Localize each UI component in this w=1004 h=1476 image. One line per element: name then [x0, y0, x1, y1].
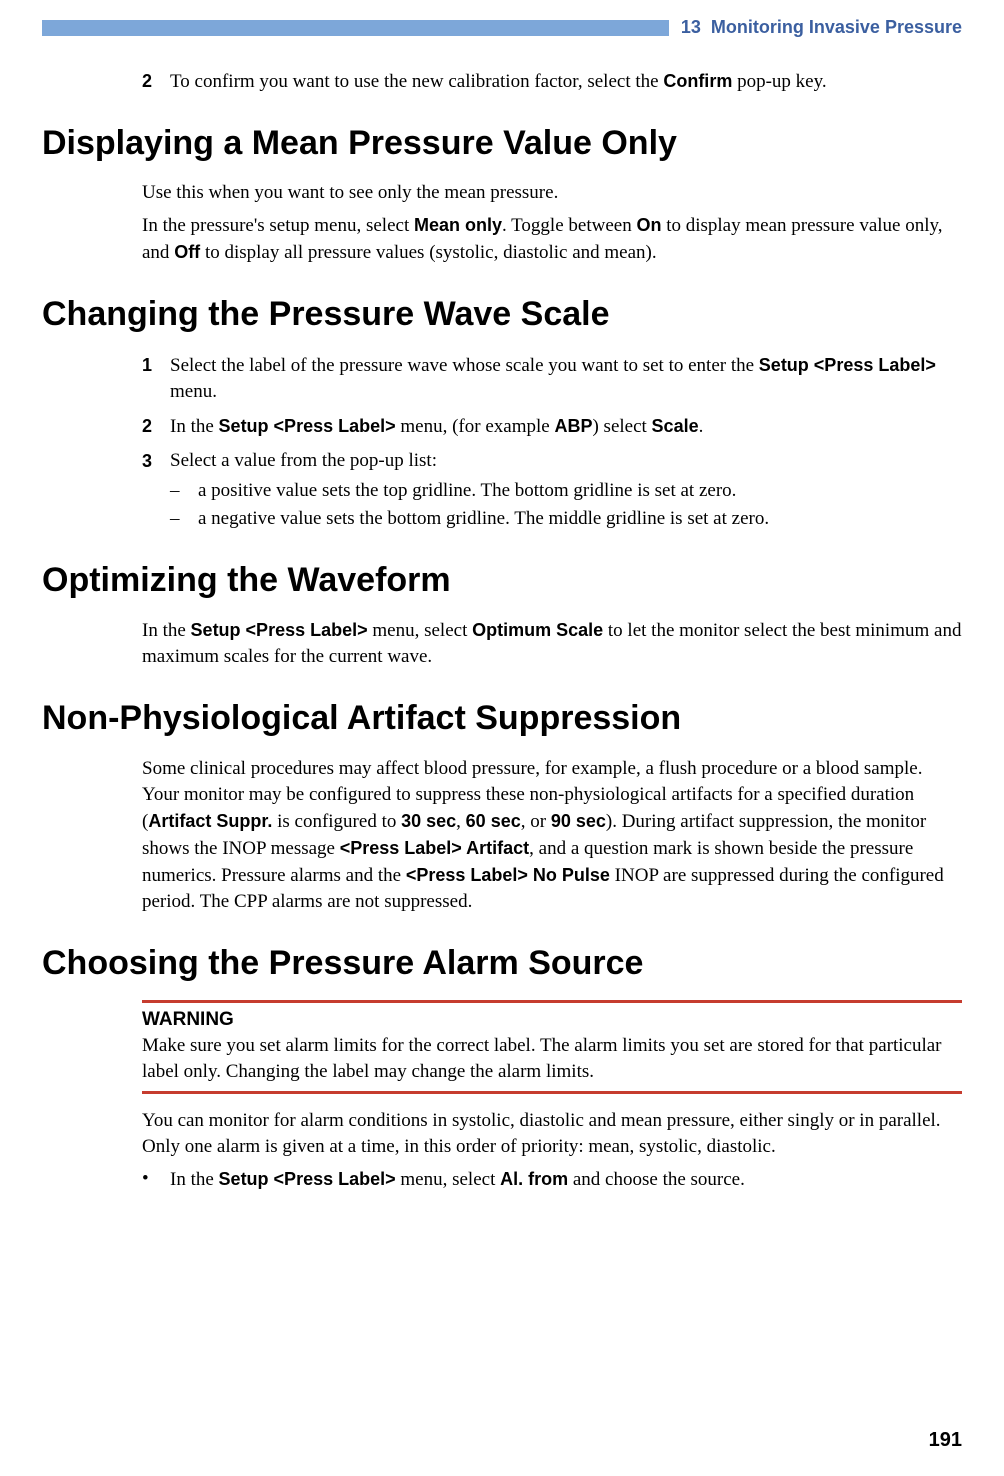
step-body: To confirm you want to use the new calib…	[170, 68, 962, 95]
ui-key: Setup <Press Label>	[759, 355, 936, 375]
ui-key: Off	[174, 242, 200, 262]
warning-rule-top	[142, 1000, 962, 1003]
page: 13 Monitoring Invasive Pressure 2 To con…	[0, 0, 1004, 1476]
dash-icon: –	[170, 506, 198, 532]
heading-optimizing: Optimizing the Waveform	[42, 562, 962, 599]
step-list: 2 To confirm you want to use the new cal…	[142, 68, 962, 95]
text: , or	[521, 811, 551, 832]
step-number: 1	[142, 352, 170, 405]
ui-key: 60 sec	[466, 811, 521, 831]
page-header: 13 Monitoring Invasive Pressure	[669, 17, 962, 38]
text: menu, (for example	[396, 416, 555, 437]
section-body: In the Setup <Press Label> menu, select …	[142, 617, 962, 670]
ui-key: Setup <Press Label>	[219, 1169, 396, 1189]
ui-key: Confirm	[663, 71, 732, 91]
step: 2 In the Setup <Press Label> menu, (for …	[142, 413, 962, 440]
text: to display all pressure values (systolic…	[200, 242, 656, 263]
text: pop-up key.	[732, 71, 826, 92]
page-number: 191	[929, 1429, 962, 1452]
heading-artifact-suppression: Non-Physiological Artifact Suppression	[42, 700, 962, 737]
warning-heading: WARNING	[142, 1009, 962, 1031]
ui-key: <Press Label> Artifact	[340, 838, 529, 858]
ui-key: Al. from	[500, 1169, 568, 1189]
text: menu.	[170, 381, 217, 402]
section-body: WARNING Make sure you set alarm limits f…	[142, 1000, 962, 1193]
chapter-number: 13	[681, 17, 701, 37]
text: .	[699, 416, 704, 437]
ui-key: On	[636, 215, 661, 235]
content: 2 To confirm you want to use the new cal…	[42, 60, 962, 1193]
step: 2 To confirm you want to use the new cal…	[142, 68, 962, 95]
bullet-item: • In the Setup <Press Label> menu, selec…	[142, 1166, 962, 1193]
text: In the pressure's setup menu, select	[142, 215, 414, 236]
text: ) select	[592, 416, 651, 437]
ui-key: Setup <Press Label>	[219, 416, 396, 436]
text: ,	[456, 811, 466, 832]
text: and choose the source.	[568, 1169, 745, 1190]
step: 1 Select the label of the pressure wave …	[142, 352, 962, 405]
sub-item: – a negative value sets the bottom gridl…	[170, 506, 962, 532]
text: In the	[142, 620, 191, 641]
step-number: 2	[142, 68, 170, 95]
chapter-title: Monitoring Invasive Pressure	[711, 17, 962, 37]
text: menu, select	[368, 620, 472, 641]
text: . Toggle between	[502, 215, 636, 236]
ui-key: Mean only	[414, 215, 502, 235]
step-number: 2	[142, 413, 170, 440]
sub-text: a positive value sets the top gridline. …	[198, 478, 962, 504]
step-body: Select a value from the pop-up list:	[170, 448, 962, 474]
ui-key: ABP	[554, 416, 592, 436]
ui-key: 90 sec	[551, 811, 606, 831]
bullet-body: In the Setup <Press Label> menu, select …	[170, 1166, 962, 1193]
warning-body: Make sure you set alarm limits for the c…	[142, 1033, 962, 1085]
ui-key: Setup <Press Label>	[191, 620, 368, 640]
heading-mean-pressure: Displaying a Mean Pressure Value Only	[42, 125, 962, 162]
text: In the	[170, 1169, 219, 1190]
ui-key: Optimum Scale	[472, 620, 603, 640]
ui-key: <Press Label> No Pulse	[406, 865, 610, 885]
bullet-icon: •	[142, 1166, 170, 1193]
ui-key: 30 sec	[401, 811, 456, 831]
step: 3 Select a value from the pop-up list:	[142, 448, 962, 474]
paragraph: Some clinical procedures may affect bloo…	[142, 756, 962, 915]
paragraph: In the pressure's setup menu, select Mea…	[142, 212, 962, 266]
text: is configured to	[272, 811, 401, 832]
step-number: 3	[142, 448, 170, 474]
sub-text: a negative value sets the bottom gridlin…	[198, 506, 962, 532]
text: Select the label of the pressure wave wh…	[170, 355, 759, 376]
paragraph: Use this when you want to see only the m…	[142, 180, 962, 206]
dash-icon: –	[170, 478, 198, 504]
ui-key: Artifact Suppr.	[148, 811, 272, 831]
heading-alarm-source: Choosing the Pressure Alarm Source	[42, 945, 962, 982]
sub-item: – a positive value sets the top gridline…	[170, 478, 962, 504]
ui-key: Scale	[652, 416, 699, 436]
section-body: Use this when you want to see only the m…	[142, 180, 962, 266]
paragraph: In the Setup <Press Label> menu, select …	[142, 617, 962, 670]
text: To confirm you want to use the new calib…	[170, 71, 663, 92]
section-body: 1 Select the label of the pressure wave …	[142, 352, 962, 532]
section-body: Some clinical procedures may affect bloo…	[142, 756, 962, 915]
step-body: In the Setup <Press Label> menu, (for ex…	[170, 413, 962, 440]
warning-rule-bottom	[142, 1091, 962, 1094]
heading-wave-scale: Changing the Pressure Wave Scale	[42, 296, 962, 333]
text: menu, select	[396, 1169, 500, 1190]
paragraph: You can monitor for alarm conditions in …	[142, 1108, 962, 1160]
text: In the	[170, 416, 219, 437]
step-body: Select the label of the pressure wave wh…	[170, 352, 962, 405]
